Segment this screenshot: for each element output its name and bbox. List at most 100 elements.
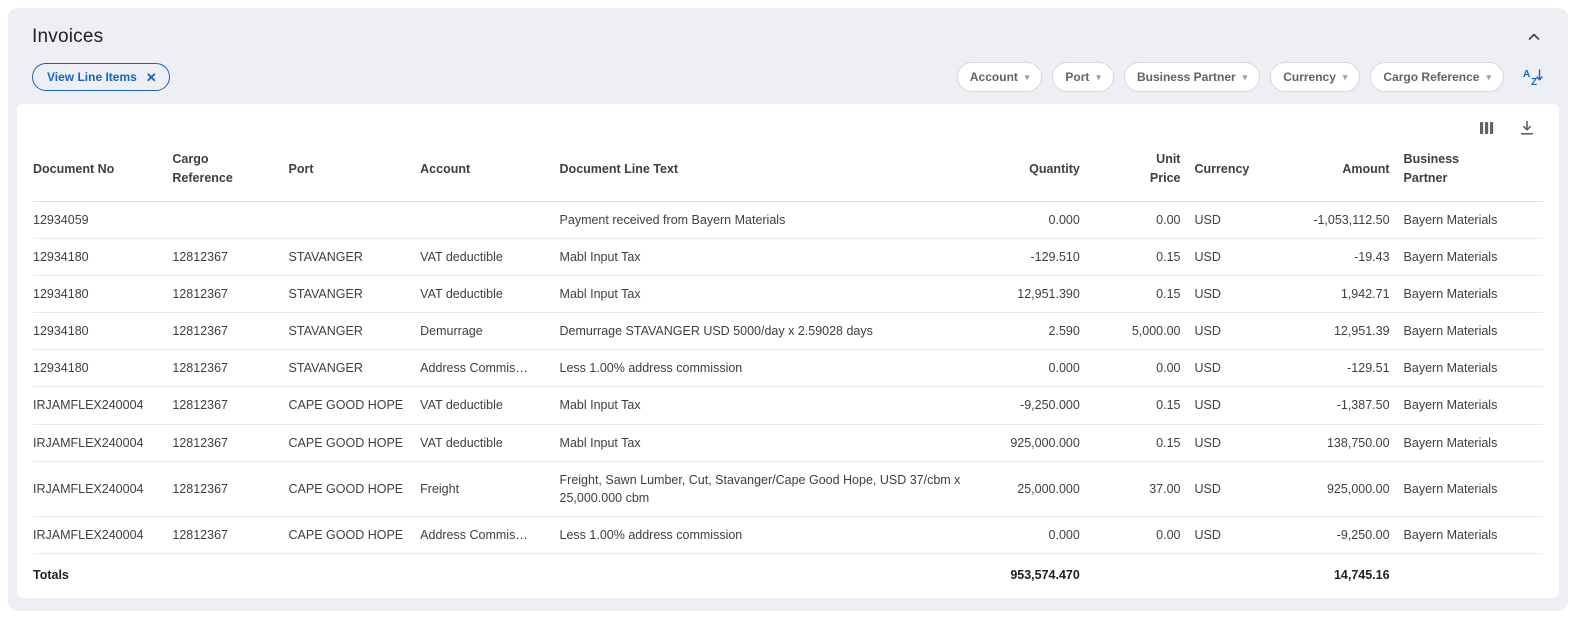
collapse-panel-button[interactable] [1526, 29, 1542, 45]
table-cell: Less 1.00% address commission [560, 516, 986, 553]
table-cell: 0.15 [1094, 387, 1195, 424]
table-cell: Bayern Materials [1404, 201, 1543, 238]
column-header-account[interactable]: Account [420, 142, 559, 201]
table-cell: 2.590 [985, 313, 1093, 350]
table-cell [420, 201, 559, 238]
svg-text:A: A [1523, 69, 1530, 80]
table-cell: 12812367 [172, 516, 288, 553]
table-cell: USD [1194, 238, 1271, 275]
column-header-port[interactable]: Port [289, 142, 421, 201]
table-cell: USD [1194, 461, 1271, 516]
table-row[interactable]: 1293418012812367STAVANGERVAT deductibleM… [33, 238, 1543, 275]
table-cell: Freight [420, 461, 559, 516]
table-cell: CAPE GOOD HOPE [289, 387, 421, 424]
table-row[interactable]: IRJAMFLEX24000412812367CAPE GOOD HOPEVAT… [33, 424, 1543, 461]
chevron-down-icon: ▾ [1025, 73, 1030, 82]
table-cell: 12812367 [172, 461, 288, 516]
view-line-items-chip[interactable]: View Line Items ✕ [32, 63, 170, 91]
table-row[interactable]: IRJAMFLEX24000412812367CAPE GOOD HOPEAdd… [33, 516, 1543, 553]
totals-cell [1194, 554, 1271, 597]
table-cell: Payment received from Bayern Materials [560, 201, 986, 238]
totals-row: Totals953,574.47014,745.16 [33, 554, 1543, 597]
filter-bar: Account ▾ Port ▾ Business Partner ▾ Curr… [957, 62, 1544, 92]
table-cell: -129.51 [1272, 350, 1404, 387]
table-cell: 12934180 [33, 350, 172, 387]
table-cell: CAPE GOOD HOPE [289, 516, 421, 553]
table-cell: 0.00 [1094, 201, 1195, 238]
close-icon[interactable]: ✕ [146, 71, 157, 84]
filter-port[interactable]: Port ▾ [1052, 62, 1114, 92]
table-row[interactable]: IRJAMFLEX24000412812367CAPE GOOD HOPEVAT… [33, 387, 1543, 424]
table-cell: 12812367 [172, 424, 288, 461]
filter-business-partner-label: Business Partner [1137, 70, 1236, 84]
table-row[interactable]: IRJAMFLEX24000412812367CAPE GOOD HOPEFre… [33, 461, 1543, 516]
columns-button[interactable] [1478, 120, 1495, 136]
filter-cargo-reference[interactable]: Cargo Reference ▾ [1370, 62, 1504, 92]
table-cell: USD [1194, 387, 1271, 424]
filter-business-partner[interactable]: Business Partner ▾ [1124, 62, 1260, 92]
table-cell: Bayern Materials [1404, 387, 1543, 424]
filter-port-label: Port [1065, 70, 1089, 84]
view-line-items-label: View Line Items [47, 70, 137, 84]
download-icon [1519, 120, 1535, 136]
table-cell [172, 201, 288, 238]
table-cell: -1,387.50 [1272, 387, 1404, 424]
table-cell: 0.15 [1094, 238, 1195, 275]
table-cell: USD [1194, 424, 1271, 461]
table-cell: Bayern Materials [1404, 350, 1543, 387]
table-cell: USD [1194, 313, 1271, 350]
table-cell: Bayern Materials [1404, 461, 1543, 516]
toolbar: View Line Items ✕ Account ▾ Port ▾ Busin… [8, 48, 1568, 92]
table-cell: -19.43 [1272, 238, 1404, 275]
column-header-amount[interactable]: Amount [1272, 142, 1404, 201]
table-cell: Demurrage [420, 313, 559, 350]
table-cell: 12812367 [172, 387, 288, 424]
column-header-currency[interactable]: Currency [1194, 142, 1271, 201]
sort-alphabetical-icon: A Z [1522, 67, 1544, 87]
download-button[interactable] [1519, 120, 1535, 136]
column-header-document-no[interactable]: Document No [33, 142, 172, 201]
table-cell: USD [1194, 201, 1271, 238]
column-header-label: Cargo Reference [172, 150, 244, 189]
chevron-down-icon: ▾ [1096, 73, 1101, 82]
column-header-unit-price[interactable]: Unit Price [1094, 142, 1195, 201]
chevron-down-icon: ▾ [1243, 73, 1248, 82]
totals-value: 14,745.16 [1272, 554, 1404, 597]
table-cell: IRJAMFLEX240004 [33, 424, 172, 461]
table-cell: Mabl Input Tax [560, 238, 986, 275]
table-cell: STAVANGER [289, 350, 421, 387]
table-cell: 138,750.00 [1272, 424, 1404, 461]
table-cell: Mabl Input Tax [560, 387, 986, 424]
column-header-document-line-text[interactable]: Document Line Text [560, 142, 986, 201]
table-cell: 12934180 [33, 276, 172, 313]
table-cell: 12812367 [172, 313, 288, 350]
totals-cell [289, 554, 421, 597]
table-row[interactable]: 12934059Payment received from Bayern Mat… [33, 201, 1543, 238]
sort-button[interactable]: A Z [1522, 67, 1544, 87]
table-cell: VAT deductible [420, 424, 559, 461]
table-cell: Bayern Materials [1404, 238, 1543, 275]
column-header-quantity[interactable]: Quantity [985, 142, 1093, 201]
column-header-label: Document No [33, 160, 158, 179]
table-cell: 25,000.000 [985, 461, 1093, 516]
table-cell: Address Commis… [420, 350, 559, 387]
table-cell: CAPE GOOD HOPE [289, 461, 421, 516]
table-row[interactable]: 1293418012812367STAVANGERVAT deductibleM… [33, 276, 1543, 313]
table-cell: IRJAMFLEX240004 [33, 516, 172, 553]
column-header-business-partner[interactable]: Business Partner [1404, 142, 1543, 201]
column-header-label: Business Partner [1404, 150, 1476, 189]
filter-account[interactable]: Account ▾ [957, 62, 1043, 92]
table-cell: STAVANGER [289, 276, 421, 313]
table-row[interactable]: 1293418012812367STAVANGERDemurrageDemurr… [33, 313, 1543, 350]
column-header-cargo-reference[interactable]: Cargo Reference [172, 142, 288, 201]
totals-cell [560, 554, 986, 597]
totals-label: Totals [33, 554, 172, 597]
table-row[interactable]: 1293418012812367STAVANGERAddress Commis…… [33, 350, 1543, 387]
table-cell: 12812367 [172, 276, 288, 313]
panel-header: Invoices [8, 8, 1568, 48]
table-cell [289, 201, 421, 238]
filter-currency[interactable]: Currency ▾ [1270, 62, 1360, 92]
table-cell: USD [1194, 516, 1271, 553]
filter-cargo-reference-label: Cargo Reference [1383, 70, 1479, 84]
table-cell: USD [1194, 276, 1271, 313]
